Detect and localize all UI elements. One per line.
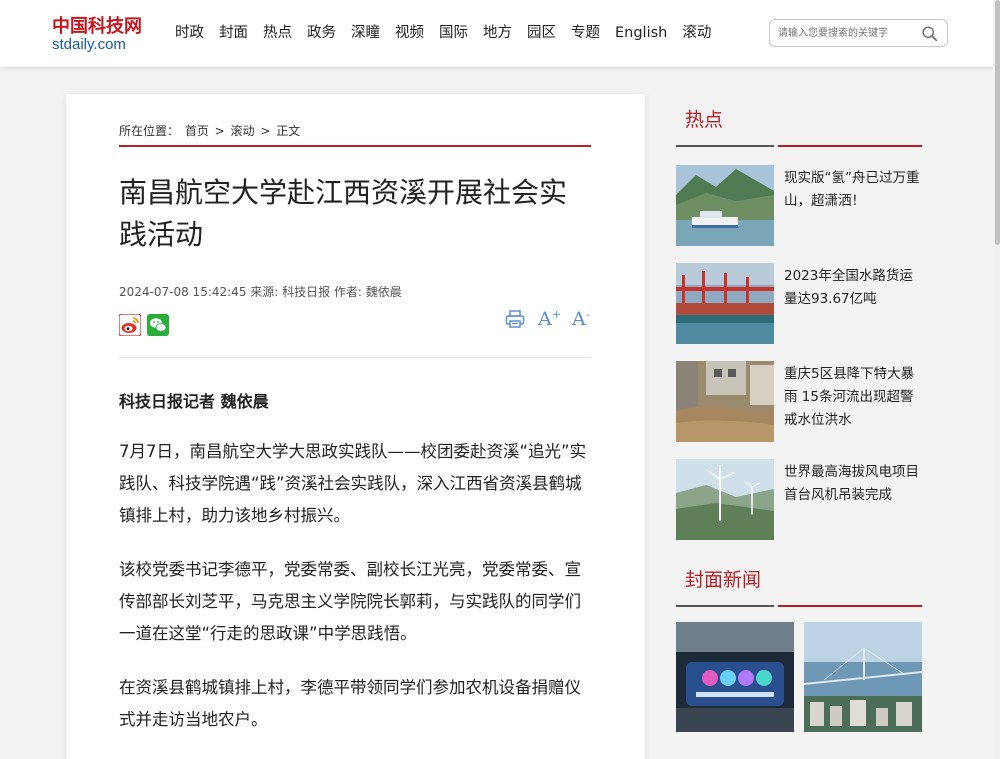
print-icon[interactable] bbox=[504, 308, 526, 330]
font-increase-glyph: A bbox=[538, 308, 552, 330]
site-logo[interactable]: 中国科技网 stdaily.com bbox=[52, 12, 152, 56]
article-paragraph: 7月7日，南昌航空大学大思政实践队——校团委赴资溪“追光”实践队、科技学院遇“践… bbox=[119, 442, 587, 525]
page-scrollbar-thumb[interactable] bbox=[995, 0, 1000, 245]
breadcrumb-prefix: 所在位置： bbox=[119, 124, 180, 138]
hot-item-title[interactable]: 世界最高海拔风电项目首台风机吊装完成 bbox=[784, 461, 922, 507]
meta-divider bbox=[119, 357, 591, 358]
breadcrumb-separator: > bbox=[210, 124, 229, 138]
hot-item-title[interactable]: 重庆5区县降下特大暴雨 15条河流出现超警戒水位洪水 bbox=[784, 363, 922, 432]
cover-section-title[interactable]: 封面新闻 bbox=[685, 567, 931, 593]
article-paragraph: 在资溪县鹤城镇排上村，李德平带领同学们参加农机设备捐赠仪式并走访当地农户。 bbox=[119, 678, 581, 729]
font-decrease-button[interactable]: A- bbox=[572, 308, 594, 330]
nav-item-difang[interactable]: 地方 bbox=[483, 23, 512, 43]
breadcrumb: 所在位置： 首页 > 滚动 > 正文 bbox=[119, 122, 302, 139]
breadcrumb-separator: > bbox=[256, 124, 275, 138]
nav-item-shizheng[interactable]: 时政 bbox=[175, 23, 204, 43]
hot-list: 现实版“氢”舟已过万重山，超潇洒！ 2023年全国水路货运量达93.67亿吨 重… bbox=[676, 165, 922, 540]
hot-item-thumbnail[interactable] bbox=[676, 165, 774, 246]
wechat-share-icon[interactable] bbox=[147, 314, 169, 336]
hot-item[interactable]: 2023年全国水路货运量达93.67亿吨 bbox=[676, 263, 922, 344]
hot-item-thumbnail[interactable] bbox=[676, 361, 774, 442]
article-title: 南昌航空大学赴江西资溪开展社会实践活动 bbox=[119, 176, 568, 251]
nav-item-english[interactable]: English bbox=[615, 23, 667, 43]
hot-item[interactable]: 世界最高海拔风电项目首台风机吊装完成 bbox=[676, 459, 922, 540]
breadcrumb-section-link[interactable]: 滚动 bbox=[231, 124, 255, 138]
cover-thumbnail[interactable] bbox=[676, 622, 794, 732]
nav-item-guoji[interactable]: 国际 bbox=[439, 23, 468, 43]
nav-item-zhengwu[interactable]: 政务 bbox=[307, 23, 336, 43]
font-decrease-glyph: A bbox=[572, 308, 586, 330]
cover-grid bbox=[676, 622, 922, 732]
nav-item-zhuanti[interactable]: 专题 bbox=[571, 23, 600, 43]
cover-section-rule bbox=[676, 605, 922, 607]
font-decrease-sign: - bbox=[586, 308, 590, 321]
sidebar: 热点 现实版“氢”舟已过万重山，超潇洒！ 2023年全国水路货运量达93.67亿… bbox=[676, 94, 922, 732]
nav-item-fengmian[interactable]: 封面 bbox=[219, 23, 248, 43]
site-header: 中国科技网 stdaily.com 时政 封面 热点 政务 深瞳 视频 国际 地… bbox=[0, 0, 1000, 67]
search-icon[interactable] bbox=[921, 25, 938, 42]
article-meta: 2024-07-08 15:42:45 来源: 科技日报 作者: 魏依晨 bbox=[119, 285, 402, 299]
search-box bbox=[769, 19, 948, 47]
font-increase-button[interactable]: A + bbox=[538, 308, 561, 330]
cover-thumbnail[interactable] bbox=[804, 622, 922, 732]
nav-item-gundong[interactable]: 滚动 bbox=[682, 23, 711, 43]
article-body: 科技日报记者 魏依晨 7月7日，南昌航空大学大思政实践队——校团委赴资溪“追光”… bbox=[119, 390, 593, 758]
cover-section: 封面新闻 bbox=[676, 567, 922, 732]
share-bar bbox=[119, 314, 169, 336]
nav-item-shipin[interactable]: 视频 bbox=[395, 23, 424, 43]
article-tools: A + A- bbox=[492, 308, 594, 330]
page-scrollbar[interactable] bbox=[993, 0, 1000, 759]
article-paragraph: 该校党委书记李德平，党委常委、副校长江光亮，党委常委、宣传部部长刘芝平，马克思主… bbox=[119, 560, 581, 643]
font-increase-sign: + bbox=[552, 308, 562, 321]
nav-item-redian[interactable]: 热点 bbox=[263, 23, 292, 43]
weibo-share-icon[interactable] bbox=[119, 314, 141, 336]
hot-section: 热点 现实版“氢”舟已过万重山，超潇洒！ 2023年全国水路货运量达93.67亿… bbox=[676, 107, 922, 540]
article-card: 所在位置： 首页 > 滚动 > 正文 南昌航空大学赴江西资溪开展社会实践活动 2… bbox=[66, 94, 645, 759]
nav-item-yuanqu[interactable]: 园区 bbox=[527, 23, 556, 43]
nav-item-shentong[interactable]: 深瞳 bbox=[351, 23, 380, 43]
search-input[interactable] bbox=[778, 24, 916, 42]
logo-en: stdaily.com bbox=[52, 36, 126, 53]
main-nav: 时政 封面 热点 政务 深瞳 视频 国际 地方 园区 专题 English 滚动 bbox=[175, 23, 726, 43]
hot-item[interactable]: 重庆5区县降下特大暴雨 15条河流出现超警戒水位洪水 bbox=[676, 361, 922, 442]
hot-item-thumbnail[interactable] bbox=[676, 459, 774, 540]
hot-item-title[interactable]: 2023年全国水路货运量达93.67亿吨 bbox=[784, 265, 922, 311]
hot-section-rule bbox=[676, 145, 922, 147]
logo-cn: 中国科技网 bbox=[52, 16, 142, 37]
breadcrumb-divider bbox=[119, 145, 591, 147]
hot-item-thumbnail[interactable] bbox=[676, 263, 774, 344]
hot-item[interactable]: 现实版“氢”舟已过万重山，超潇洒！ bbox=[676, 165, 922, 246]
breadcrumb-current: 正文 bbox=[276, 124, 301, 138]
hot-item-title[interactable]: 现实版“氢”舟已过万重山，超潇洒！ bbox=[784, 167, 922, 213]
breadcrumb-home-link[interactable]: 首页 bbox=[185, 124, 209, 138]
hot-section-title[interactable]: 热点 bbox=[685, 107, 931, 133]
article-byline: 科技日报记者 魏依晨 bbox=[119, 392, 269, 411]
